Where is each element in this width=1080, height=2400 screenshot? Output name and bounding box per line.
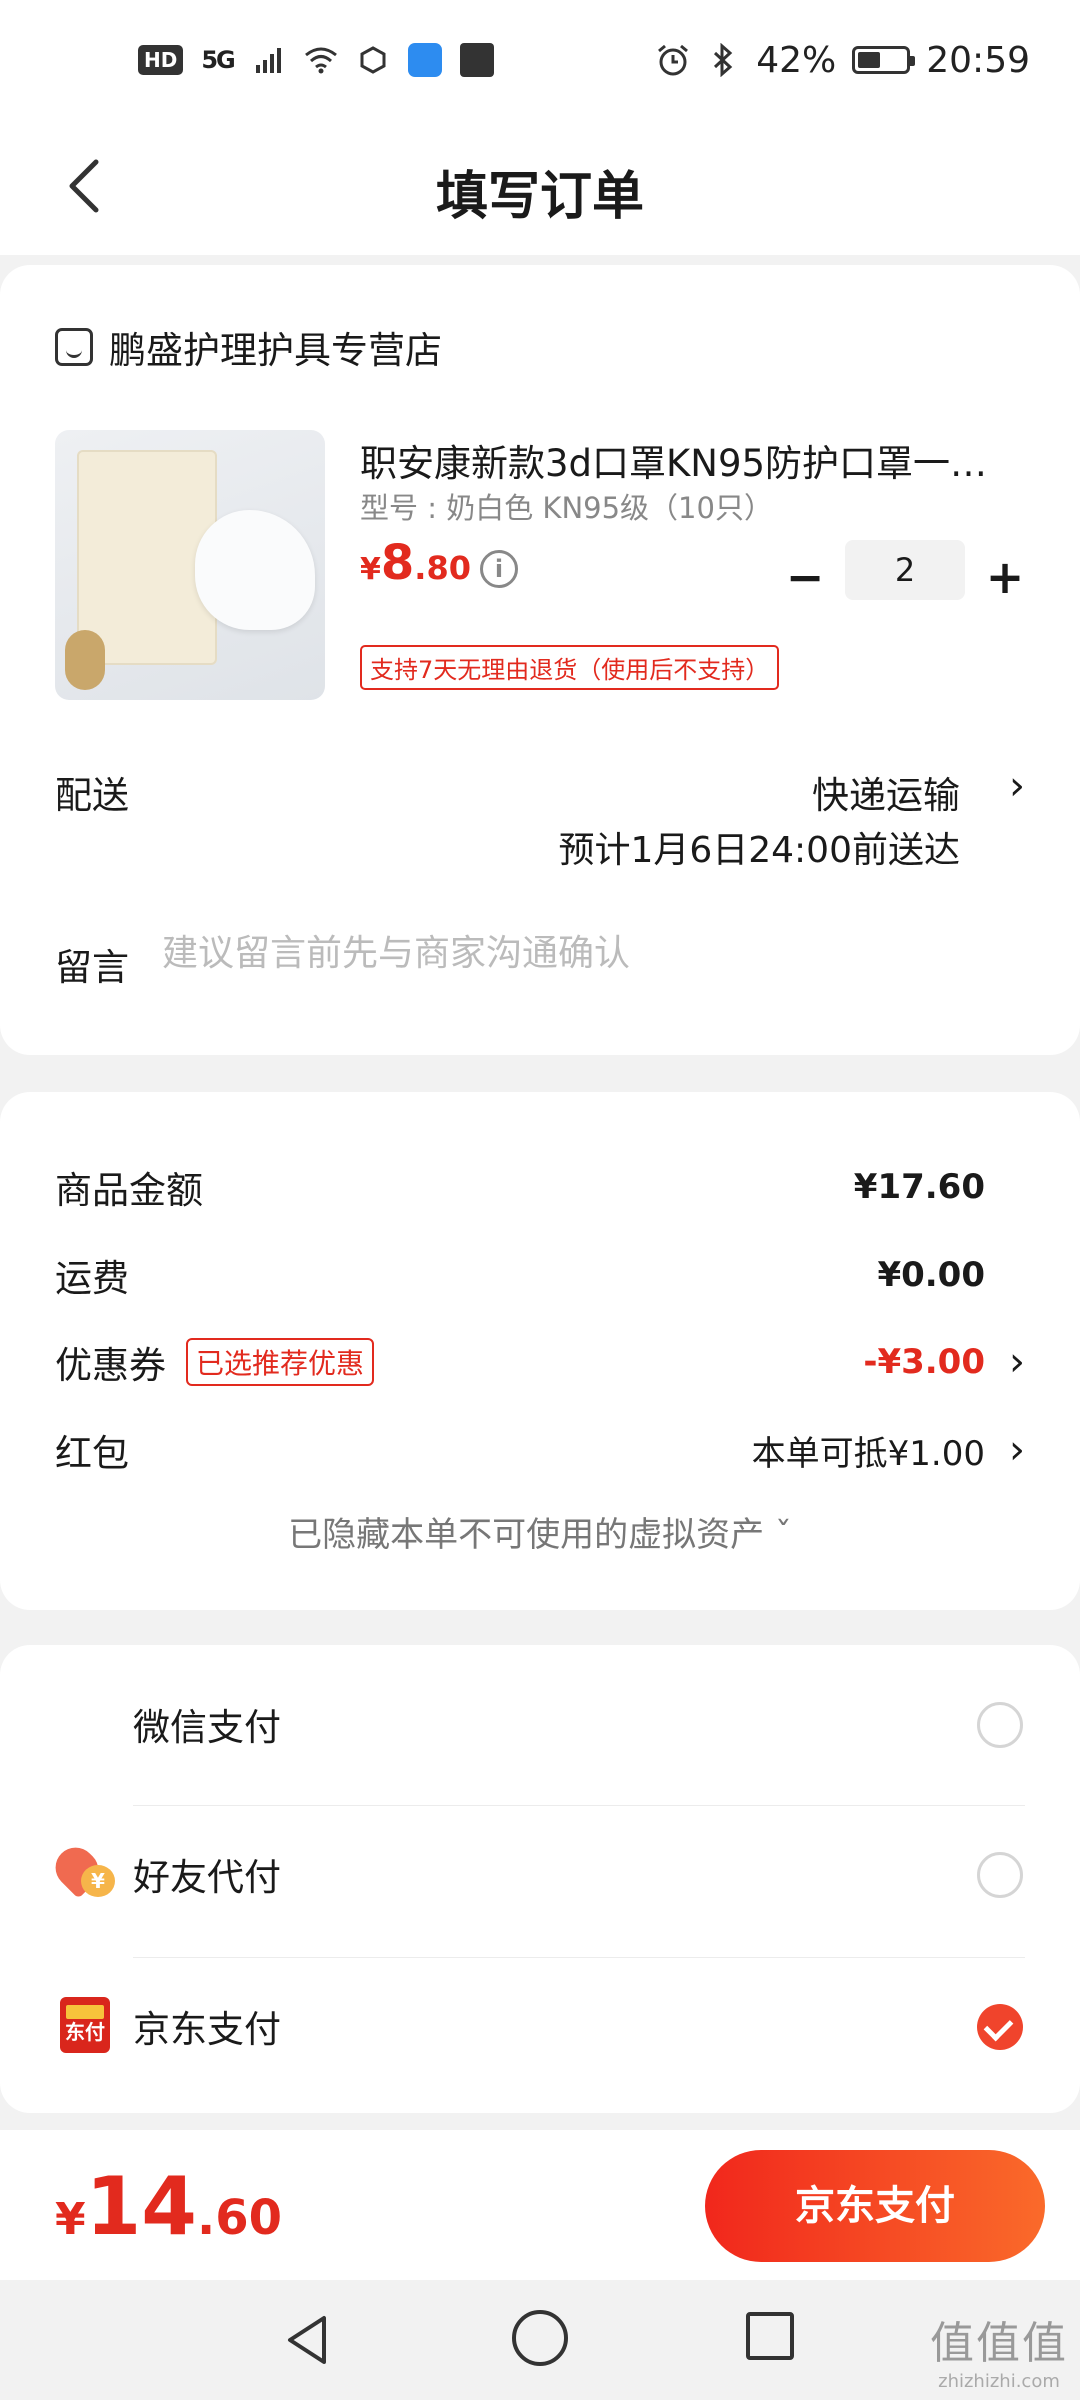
product-image-mask	[195, 510, 315, 630]
total-price: ¥ 14 .60	[55, 2160, 282, 2253]
pay-button[interactable]: 京东支付	[705, 2150, 1045, 2262]
nav-recent-icon[interactable]	[746, 2312, 794, 2360]
watermark-logo: 值值值	[930, 2318, 1068, 2369]
delivery-method[interactable]: 快递运输	[812, 765, 960, 819]
red-packet-row[interactable]: 红包 本单可抵¥1.00 ›	[55, 1420, 1025, 1480]
quantity-field[interactable]: 2	[845, 540, 965, 600]
info-icon[interactable]: i	[480, 550, 518, 588]
page-title: 填写订单	[435, 167, 644, 227]
payment-option-wechat[interactable]: 微信支付	[0, 1645, 1080, 1795]
coupon-value: -¥3.00	[863, 1342, 985, 1382]
friend-pay-badge: ¥	[81, 1865, 115, 1897]
watermark-url: zhizhizhi.com	[938, 2371, 1060, 2392]
total-currency: ¥	[55, 2194, 86, 2245]
nav-back-icon[interactable]	[280, 2310, 340, 2370]
price-currency: ¥	[360, 552, 381, 587]
network-indicator: 5G	[201, 46, 235, 74]
clock: 20:59	[926, 39, 1030, 81]
quantity-increase-button[interactable]: +	[985, 554, 1025, 600]
goods-amount-row: 商品金额 ¥17.60	[55, 1157, 1025, 1217]
radio-button-checked[interactable]	[977, 2004, 1023, 2050]
delivery-label: 配送	[55, 774, 129, 817]
status-right: 42% 20:59	[656, 40, 1030, 81]
payment-card: 微信支付 ¥ 好友代付 东付 京东支付	[0, 1645, 1080, 2113]
nav-bar: 填写订单	[0, 120, 1080, 255]
return-policy-badge: 支持7天无理由退货（使用后不支持）	[360, 645, 780, 690]
hexagon-icon	[356, 43, 390, 77]
product-price: ¥ 8 .80	[360, 535, 471, 591]
total-integer: 14	[85, 2160, 197, 2253]
battery-icon	[852, 46, 916, 74]
total-decimal: .60	[196, 2190, 282, 2246]
chevron-right-icon[interactable]: ›	[1009, 1339, 1025, 1385]
price-decimal: .80	[414, 549, 471, 587]
payment-option-jd[interactable]: 东付 京东支付	[0, 1947, 1080, 2097]
shipping-value: ¥0.00	[877, 1255, 985, 1295]
product-name[interactable]: 职安康新款3d口罩KN95防护口罩一…	[360, 433, 1020, 487]
product-image[interactable]	[55, 430, 325, 700]
message-label: 留言	[55, 946, 129, 989]
shipping-label: 运费	[55, 1257, 129, 1300]
radio-button[interactable]	[977, 1852, 1023, 1898]
coupon-label: 优惠券	[55, 1344, 166, 1387]
store-name: 鹏盛护理护具专营店	[109, 329, 442, 372]
red-packet-value: 本单可抵¥1.00	[751, 1433, 985, 1474]
system-nav-bar: 值值值 zhizhizhi.com	[0, 2280, 1080, 2400]
fees-card: 商品金额 ¥17.60 运费 ¥0.00 优惠券 已选推荐优惠 -¥3.00 ›…	[0, 1092, 1080, 1610]
chevron-right-icon[interactable]: ›	[1009, 763, 1025, 809]
goods-amount-label: 商品金额	[55, 1169, 203, 1212]
goods-amount-value: ¥17.60	[853, 1167, 985, 1207]
cloud-app-icon	[407, 43, 442, 77]
watermark: 值值值 zhizhizhi.com	[930, 2307, 1068, 2392]
product-image-tag	[65, 630, 105, 690]
payment-label: 微信支付	[133, 1706, 281, 1749]
chevron-right-icon[interactable]: ›	[1009, 1427, 1025, 1473]
bluetooth-icon	[706, 43, 740, 77]
hd-indicator: HD	[138, 45, 184, 75]
battery-percent: 42%	[756, 39, 837, 81]
store-icon	[55, 328, 93, 366]
order-card: 鹏盛护理护具专营店 职安康新款3d口罩KN95防护口罩一… 型号 : 奶白色 K…	[0, 265, 1080, 1055]
store-header[interactable]: 鹏盛护理护具专营店	[55, 320, 442, 374]
product-spec[interactable]: 型号 : 奶白色 KN95级（10只）	[360, 485, 773, 527]
coupon-row[interactable]: 优惠券 已选推荐优惠 -¥3.00 ›	[55, 1332, 1025, 1392]
radio-button[interactable]	[977, 1702, 1023, 1748]
hidden-assets-toggle[interactable]: 已隐藏本单不可使用的虚拟资产 ˇ	[0, 1507, 1080, 1556]
quantity-decrease-button[interactable]: −	[785, 554, 825, 600]
delivery-eta: 预计1月6日24:00前送达	[558, 830, 960, 871]
status-left: HD 5G	[138, 43, 494, 77]
message-app-icon	[459, 43, 494, 77]
payment-label: 京东支付	[133, 2008, 281, 2051]
checkout-bar: ¥ 14 .60 京东支付	[0, 2130, 1080, 2280]
red-packet-label: 红包	[55, 1432, 129, 1475]
shipping-row: 运费 ¥0.00	[55, 1245, 1025, 1305]
status-bar: HD 5G 42% 20:59	[0, 0, 1080, 120]
message-input[interactable]	[162, 933, 1022, 974]
signal-icon	[252, 43, 286, 77]
alarm-icon	[656, 43, 690, 77]
price-integer: 8	[380, 535, 415, 591]
coupon-badge: 已选推荐优惠	[186, 1338, 375, 1386]
wifi-icon	[304, 43, 338, 77]
payment-option-friend[interactable]: ¥ 好友代付	[0, 1795, 1080, 1945]
jd-pay-icon: 东付	[60, 1997, 110, 2053]
payment-label: 好友代付	[133, 1856, 281, 1899]
nav-home-icon[interactable]	[512, 2310, 568, 2366]
